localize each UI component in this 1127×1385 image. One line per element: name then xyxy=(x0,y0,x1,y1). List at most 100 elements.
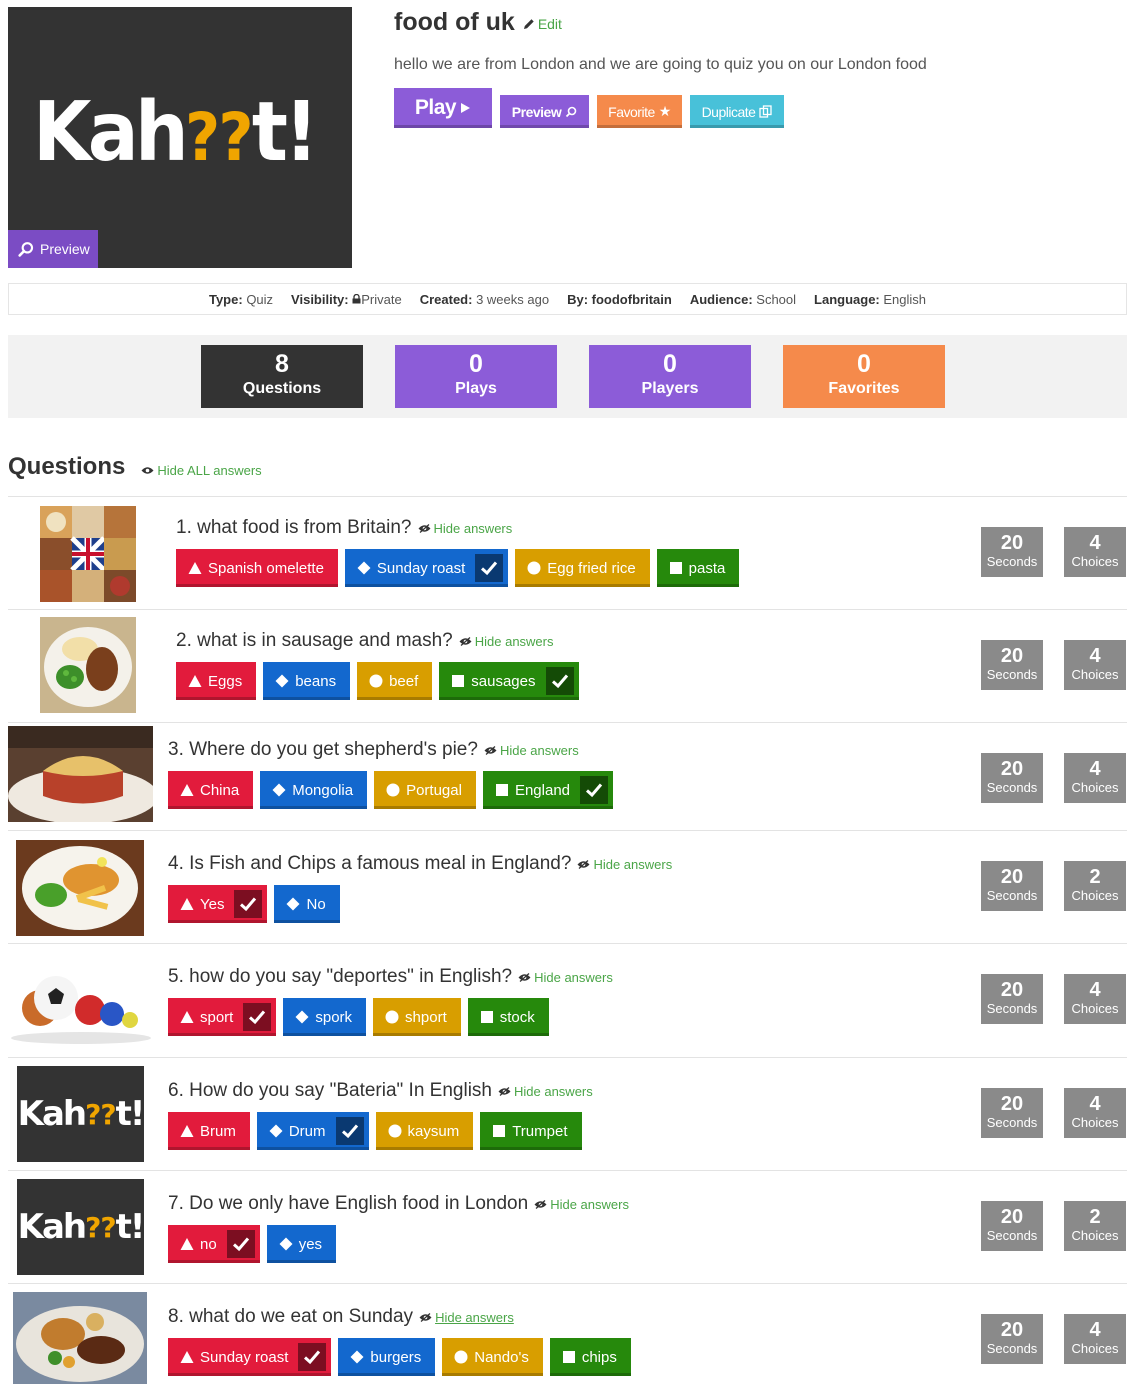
edit-link[interactable]: Edit xyxy=(523,16,562,32)
answer-option-blue[interactable]: beans xyxy=(263,662,351,700)
time-limit-badge: 20 Seconds xyxy=(981,1314,1043,1364)
cover-preview-button[interactable]: Preview xyxy=(8,230,98,268)
answer-option-red[interactable]: no xyxy=(168,1225,260,1263)
edit-label: Edit xyxy=(537,16,562,32)
hide-all-answers-link[interactable]: Hide ALL answers xyxy=(141,463,262,478)
choices-count-badge: 4 Choices xyxy=(1064,1088,1126,1138)
triangle-icon xyxy=(180,784,194,796)
circle-icon xyxy=(386,783,400,797)
question-text: 7. Do we only have English food in Londo… xyxy=(168,1193,629,1215)
question-row: 1. what food is from Britain? Hide answer… xyxy=(8,496,1127,609)
meta-type: Type: Quiz xyxy=(208,291,274,307)
page-title: food of uk xyxy=(394,8,515,36)
question-text: 1. what food is from Britain? Hide answer… xyxy=(176,517,512,539)
answer-option-red[interactable]: Sunday roast xyxy=(168,1338,332,1376)
answer-option-blue[interactable]: burgers xyxy=(338,1338,436,1376)
diamond-icon xyxy=(269,1124,283,1138)
meta-author[interactable]: By: foodofbritain xyxy=(567,292,672,307)
answer-option-yellow[interactable]: beef xyxy=(357,662,433,700)
answer-option-blue[interactable]: Drum xyxy=(256,1112,369,1150)
kahoot-logo-thumbnail: Kah?? t! xyxy=(17,1066,144,1162)
diamond-icon xyxy=(272,783,286,797)
question-image: Kah?? t! xyxy=(17,1066,144,1162)
answer-list: Yes No xyxy=(168,885,340,923)
answer-list: China Mongolia Portugal England xyxy=(168,771,614,809)
play-button[interactable]: Play xyxy=(394,88,492,128)
kahoot-cover-image[interactable]: Kah??t! Preview xyxy=(8,7,352,268)
question-text: 8. what do we eat on Sunday Hide answers xyxy=(168,1306,514,1328)
answer-option-red[interactable]: sport xyxy=(168,998,277,1036)
hide-answers-link[interactable]: Hide answers xyxy=(484,743,579,758)
answer-option-green[interactable]: England xyxy=(482,771,614,809)
hide-answers-link[interactable]: Hide answers xyxy=(418,521,512,536)
preview-button[interactable]: Preview xyxy=(500,95,589,128)
time-limit-badge: 20 Seconds xyxy=(981,861,1043,911)
meta-visibility: Visibility: Private xyxy=(291,291,402,307)
title-row: food of uk Edit xyxy=(394,8,562,37)
question-title: 2. what is in sausage and mash? xyxy=(176,630,453,651)
answer-option-green[interactable]: chips xyxy=(549,1338,631,1376)
play-triangle-icon xyxy=(461,103,471,113)
choices-count-value: 4 xyxy=(1089,532,1101,554)
answer-text: Portugal xyxy=(406,781,462,799)
answer-option-green[interactable]: sausages xyxy=(439,662,579,700)
choices-count-badge: 2 Choices xyxy=(1064,861,1126,911)
duplicate-button[interactable]: Duplicate xyxy=(690,95,784,128)
answer-option-blue[interactable]: Mongolia xyxy=(260,771,368,809)
stat-questions-value: 8 xyxy=(275,350,289,378)
choices-count-unit: Choices xyxy=(1071,554,1119,569)
choices-count-unit: Choices xyxy=(1071,667,1119,682)
answer-option-green[interactable]: pasta xyxy=(656,549,740,587)
answer-list: Eggs beans beef sausages xyxy=(176,662,579,700)
question-image: Kah?? t! xyxy=(17,1179,144,1275)
hide-answers-link[interactable]: Hide answers xyxy=(534,1197,629,1212)
checkmark-icon xyxy=(481,561,498,576)
answer-text: sport xyxy=(200,1008,234,1026)
choices-count-value: 2 xyxy=(1089,1206,1101,1228)
favorite-button[interactable]: Favorite ★ xyxy=(597,95,682,128)
answer-text: chips xyxy=(581,1348,617,1366)
answer-text: Egg fried rice xyxy=(547,559,636,577)
time-limit-value: 20 xyxy=(1000,979,1024,1001)
answer-option-blue[interactable]: No xyxy=(274,885,340,923)
answer-option-red[interactable]: Yes xyxy=(168,885,268,923)
square-icon xyxy=(493,1125,506,1137)
stat-plays-value: 0 xyxy=(469,350,483,378)
answer-option-red[interactable]: China xyxy=(168,771,254,809)
answer-option-yellow[interactable]: Nando's xyxy=(442,1338,543,1376)
hide-answers-link[interactable]: Hide answers xyxy=(577,857,672,872)
square-icon xyxy=(562,1351,575,1363)
answer-option-green[interactable]: stock xyxy=(467,998,549,1036)
hide-answers-link[interactable]: Hide answers xyxy=(498,1084,593,1099)
answer-option-yellow[interactable]: Egg fried rice xyxy=(515,549,650,587)
answer-option-yellow[interactable]: kaysum xyxy=(375,1112,474,1150)
answer-option-red[interactable]: Spanish omelette xyxy=(176,549,338,587)
choices-count-unit: Choices xyxy=(1071,1228,1119,1243)
circle-icon xyxy=(527,561,541,575)
answer-option-blue[interactable]: spork xyxy=(283,998,367,1036)
answer-option-red[interactable]: Eggs xyxy=(176,662,257,700)
time-limit-value: 20 xyxy=(1000,1093,1024,1115)
hide-answers-link[interactable]: Hide answers xyxy=(518,970,613,985)
question-image xyxy=(8,726,153,822)
answer-option-blue[interactable]: yes xyxy=(266,1225,337,1263)
square-icon xyxy=(495,784,508,796)
answer-text: spork xyxy=(315,1008,353,1026)
stat-questions-label: Questions xyxy=(242,380,322,397)
hide-answers-link[interactable]: Hide answers xyxy=(459,634,554,649)
answer-text: Yes xyxy=(200,895,225,913)
answer-list: sport spork shport stock xyxy=(168,998,549,1036)
triangle-icon xyxy=(180,1351,194,1363)
questions-header: Questions Hide ALL answers xyxy=(8,453,262,481)
answer-option-blue[interactable]: Sunday roast xyxy=(344,549,509,587)
correct-answer-marker xyxy=(234,890,263,918)
answer-option-green[interactable]: Trumpet xyxy=(480,1112,582,1150)
question-row: Kah?? t! 7. Do we only have English food i… xyxy=(8,1170,1127,1283)
answer-text: Brum xyxy=(200,1122,236,1140)
answer-option-yellow[interactable]: shport xyxy=(373,998,461,1036)
answer-option-red[interactable]: Brum xyxy=(168,1112,250,1150)
triangle-icon xyxy=(188,675,202,687)
hide-answers-link[interactable]: Hide answers xyxy=(419,1310,514,1325)
answer-option-yellow[interactable]: Portugal xyxy=(374,771,476,809)
time-limit-value: 20 xyxy=(1000,1319,1024,1341)
